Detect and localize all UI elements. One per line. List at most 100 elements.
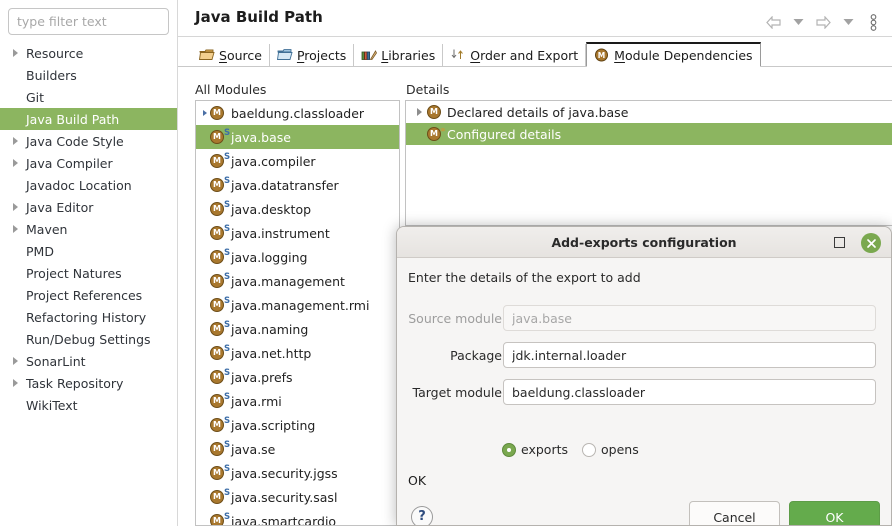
package-input[interactable] — [503, 342, 876, 368]
all-modules-list[interactable]: Mbaeldung.classloader M Sjava.base M Sjava.c… — [195, 100, 400, 526]
module-icon: MS — [210, 416, 230, 434]
dialog-status-text: OK — [408, 473, 427, 488]
module-name: java.net.http — [231, 345, 312, 361]
module-list-item[interactable]: M Sjava.smartcardio — [196, 509, 399, 525]
module-list-item[interactable]: M Sjava.management.rmi — [196, 293, 399, 317]
module-list-item[interactable]: M Sjava.net.http — [196, 341, 399, 365]
sidebar-item-label: WikiText — [26, 397, 78, 413]
sidebar-item-resource[interactable]: Resource — [0, 42, 177, 64]
sidebar-item-task-repository[interactable]: Task Repository — [0, 372, 177, 394]
sidebar-item-label: Git — [26, 89, 45, 105]
sidebar-item-java-compiler[interactable]: Java Compiler — [0, 152, 177, 174]
expand-arrow-icon[interactable] — [8, 350, 22, 372]
view-menu-icon[interactable] — [862, 12, 884, 32]
expand-arrow-icon[interactable] — [8, 196, 22, 218]
tab-order-and-export[interactable]: Order and Export — [443, 44, 587, 66]
module-name: java.compiler — [231, 153, 316, 169]
module-list-item[interactable]: M Sjava.desktop — [196, 197, 399, 221]
tab-label: Order and Export — [470, 47, 579, 63]
module-list-item[interactable]: M Sjava.security.sasl — [196, 485, 399, 509]
source-folder-icon — [198, 48, 215, 62]
module-icon: MS — [210, 440, 230, 458]
help-icon[interactable]: ? — [411, 506, 433, 525]
ok-button[interactable]: OK — [789, 501, 880, 525]
module-list-item[interactable]: M Sjava.base — [196, 125, 399, 149]
dialog-title: Add-exports configuration — [551, 234, 737, 250]
tab-libraries[interactable]: Libraries — [354, 44, 444, 66]
module-list-item[interactable]: M Sjava.prefs — [196, 365, 399, 389]
module-icon: MS — [210, 200, 230, 218]
close-icon[interactable] — [861, 233, 881, 253]
module-list-item[interactable]: M Sjava.scripting — [196, 413, 399, 437]
module-list-item[interactable]: M Sjava.security.jgss — [196, 461, 399, 485]
sidebar-item-wikitext[interactable]: WikiText — [0, 394, 177, 416]
details-tree-item[interactable]: M ⚭ Configured details — [406, 123, 892, 145]
expand-arrow-icon[interactable] — [200, 110, 210, 116]
field-label: Source module — [408, 311, 502, 326]
sidebar-item-project-natures[interactable]: Project Natures — [0, 262, 177, 284]
sidebar-item-javadoc-location[interactable]: Javadoc Location — [0, 174, 177, 196]
sidebar-item-sonarlint[interactable]: SonarLint — [0, 350, 177, 372]
radio-dot-icon[interactable] — [582, 442, 597, 457]
sidebar-item-java-code-style[interactable]: Java Code Style — [0, 130, 177, 152]
expand-arrow-icon[interactable] — [8, 152, 22, 174]
sidebar-item-pmd[interactable]: PMD — [0, 240, 177, 262]
sidebar-item-refactoring-history[interactable]: Refactoring History — [0, 306, 177, 328]
sidebar-item-builders[interactable]: Builders — [0, 64, 177, 86]
header-divider — [178, 36, 892, 37]
sidebar-item-label: Java Editor — [26, 199, 94, 215]
module-list-item[interactable]: M Sjava.datatransfer — [196, 173, 399, 197]
module-list-item[interactable]: M Sjava.naming — [196, 317, 399, 341]
module-list-item[interactable]: M Sjava.se — [196, 437, 399, 461]
tab-module-dependencies[interactable]: M Module Dependencies — [586, 42, 761, 67]
module-list-item[interactable]: M Sjava.logging — [196, 245, 399, 269]
view-toolbar — [762, 12, 884, 32]
tab-projects[interactable]: Projects — [270, 44, 355, 66]
module-name: java.management.rmi — [231, 297, 370, 313]
module-name: java.se — [231, 441, 276, 457]
expand-arrow-icon[interactable] — [411, 108, 427, 116]
module-list-item[interactable]: M Sjava.rmi — [196, 389, 399, 413]
tab-source[interactable]: Source — [192, 44, 270, 66]
target-module-input[interactable] — [503, 379, 876, 405]
module-icon: MS — [210, 128, 230, 146]
sidebar-item-java-build-path[interactable]: Java Build Path — [0, 108, 177, 130]
sidebar-item-project-references[interactable]: Project References — [0, 284, 177, 306]
tab-label: Source — [219, 47, 262, 63]
module-list-item[interactable]: M Sjava.compiler — [196, 149, 399, 173]
module-list-item[interactable]: Mbaeldung.classloader — [196, 101, 399, 125]
expand-arrow-icon[interactable] — [8, 218, 22, 240]
details-tree-item[interactable]: M Declared details of java.base — [406, 101, 892, 123]
sidebar-item-run-debug-settings[interactable]: Run/Debug Settings — [0, 328, 177, 350]
module-list-item[interactable]: M Sjava.management — [196, 269, 399, 293]
expand-arrow-icon[interactable] — [8, 130, 22, 152]
expand-arrow-icon[interactable] — [8, 372, 22, 394]
module-name: java.base — [231, 129, 291, 145]
radio-dot-icon[interactable] — [502, 442, 516, 457]
chevron-down-icon[interactable] — [787, 12, 809, 32]
sidebar-item-git[interactable]: Git — [0, 86, 177, 108]
export-mode-radio-group: exports opens — [502, 442, 639, 457]
details-tree[interactable]: M Declared details of java.base M ⚭ Configur… — [405, 100, 892, 226]
chevron-down-icon[interactable] — [837, 12, 859, 32]
module-icon: MS — [210, 512, 230, 525]
maximize-icon[interactable] — [834, 237, 845, 248]
sidebar-item-label: Javadoc Location — [26, 177, 132, 193]
module-list-item[interactable]: M Sjava.instrument — [196, 221, 399, 245]
sidebar-item-maven[interactable]: Maven — [0, 218, 177, 240]
sidebar-item-java-editor[interactable]: Java Editor — [0, 196, 177, 218]
search-input[interactable] — [8, 8, 169, 35]
forward-arrow-icon[interactable] — [812, 12, 834, 32]
radio-exports[interactable]: exports — [502, 442, 568, 457]
back-arrow-icon[interactable] — [762, 12, 784, 32]
expand-arrow-icon[interactable] — [8, 42, 22, 64]
cancel-button[interactable]: Cancel — [689, 501, 780, 525]
page-title: Java Build Path — [195, 8, 323, 26]
radio-opens[interactable]: opens — [582, 442, 639, 457]
